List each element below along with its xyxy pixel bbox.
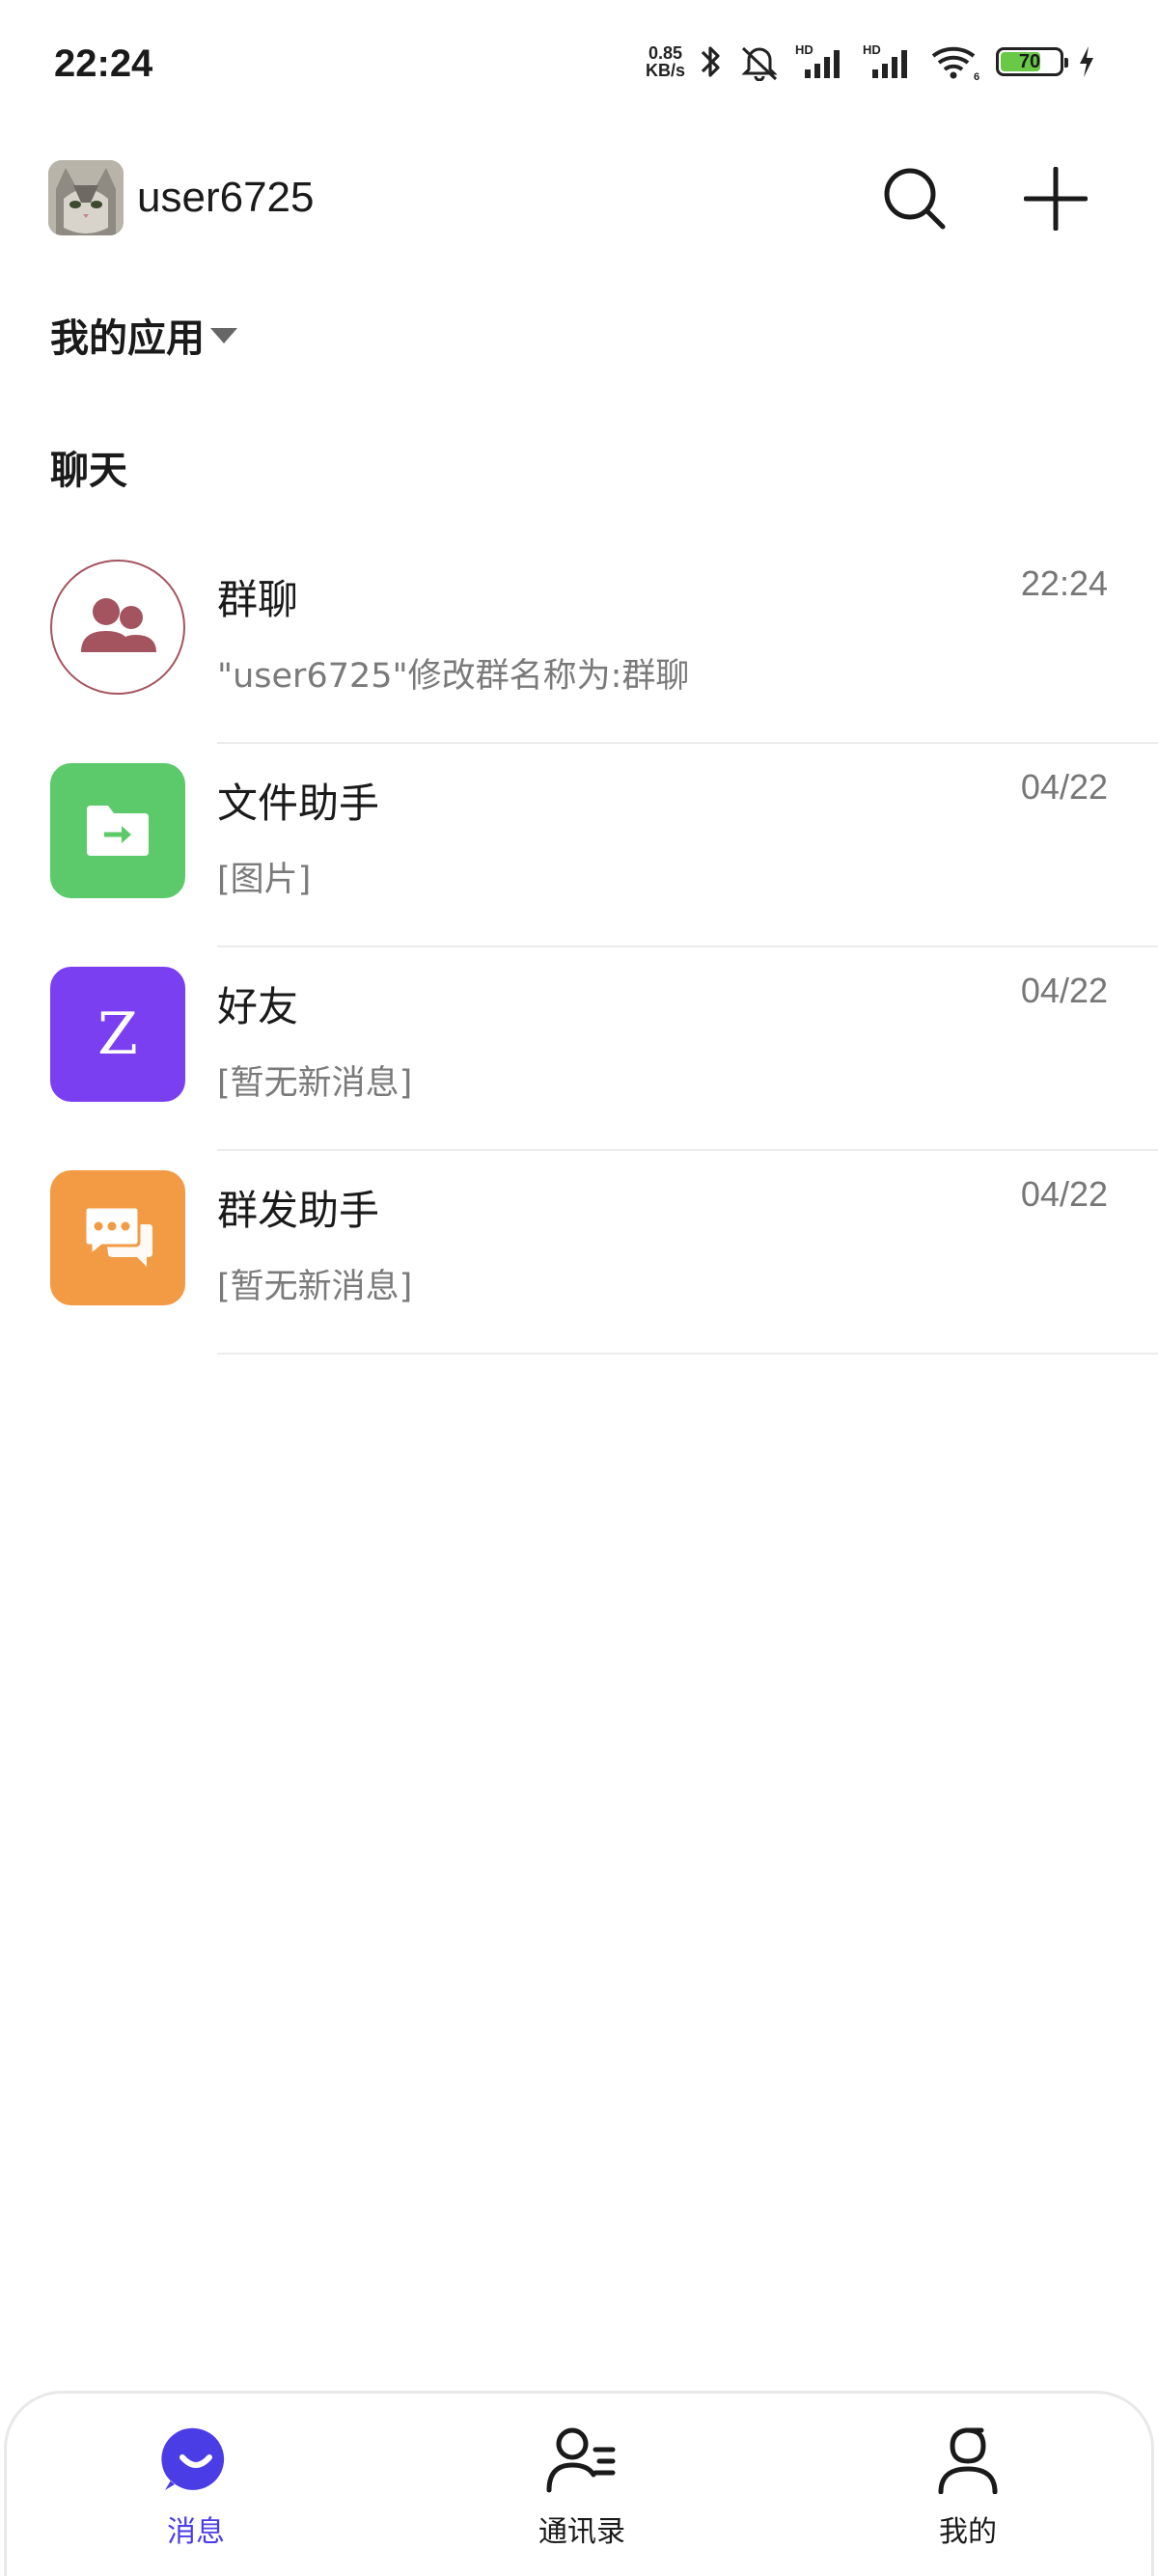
- battery-icon: 70: [996, 47, 1068, 76]
- my-apps-label: 我的应用: [50, 316, 205, 361]
- chat-item-group[interactable]: 群聊 22:24 "user6725"修改群名称为:群聊: [0, 540, 1158, 744]
- chat-time: 22:24: [1020, 563, 1108, 603]
- bottom-nav: 消息 通讯录 我的: [4, 2391, 1154, 2576]
- folder-icon: [50, 763, 185, 898]
- chat-section-title: 聊天: [50, 449, 127, 493]
- search-icon: [881, 165, 949, 236]
- chat-name: 文件助手: [217, 780, 380, 827]
- chat-time: 04/22: [1020, 1174, 1108, 1214]
- wifi-icon: 6: [930, 42, 982, 81]
- chat-name: 群聊: [217, 576, 299, 623]
- mute-icon: [737, 42, 782, 81]
- chat-item-file-assistant[interactable]: 文件助手 04/22 [图片]: [0, 744, 1158, 947]
- status-time: 22:24: [54, 42, 153, 85]
- chat-time: 04/22: [1020, 971, 1108, 1010]
- username[interactable]: user6725: [137, 174, 314, 222]
- caret-down-icon: [210, 328, 237, 343]
- group-icon: [50, 560, 185, 695]
- network-speed: 0.85 KB/s: [645, 43, 685, 80]
- nav-profile[interactable]: 我的: [871, 2423, 1064, 2550]
- status-bar: 22:24 0.85 KB/s HD HD 6 70: [0, 0, 1158, 135]
- top-header: user6725: [0, 154, 1158, 241]
- battery-percent: 70: [1018, 50, 1041, 72]
- chat-preview: [暂无新消息]: [217, 1064, 413, 1103]
- divider: [217, 1353, 1158, 1355]
- message-icon: [159, 2423, 233, 2496]
- status-icons: 0.85 KB/s HD HD 6 70: [646, 41, 1096, 83]
- signal-hd-icon: HD: [795, 42, 849, 81]
- avatar-letter: Z: [97, 1000, 138, 1068]
- nav-label: 通讯录: [538, 2515, 625, 2549]
- chat-preview: "user6725"修改群名称为:群聊: [217, 657, 690, 696]
- chat-list: 群聊 22:24 "user6725"修改群名称为:群聊 文件助手 04/22 …: [0, 540, 1158, 1355]
- chat-preview: [图片]: [217, 861, 312, 899]
- signal-hd-icon: HD: [863, 42, 917, 81]
- nav-contacts[interactable]: 通讯录: [485, 2423, 678, 2550]
- svg-text:HD: HD: [795, 42, 813, 57]
- add-button[interactable]: [1019, 164, 1092, 237]
- bluetooth-icon: [699, 42, 724, 81]
- letter-z-icon: Z: [50, 967, 185, 1102]
- chat-name: 好友: [217, 983, 299, 1030]
- svg-text:6: 6: [974, 71, 979, 81]
- chat-name: 群发助手: [217, 1187, 380, 1234]
- contacts-icon: [545, 2423, 619, 2496]
- plus-icon: [1023, 166, 1089, 234]
- my-apps-toggle[interactable]: 我的应用: [50, 307, 237, 363]
- user-avatar[interactable]: [48, 160, 124, 235]
- nav-messages[interactable]: 消息: [99, 2423, 292, 2550]
- charging-icon: [1077, 44, 1096, 79]
- nav-label: 消息: [167, 2515, 225, 2549]
- svg-text:HD: HD: [863, 42, 881, 57]
- broadcast-chat-icon: [50, 1170, 185, 1305]
- chat-preview: [暂无新消息]: [217, 1268, 413, 1306]
- chat-item-friend[interactable]: Z 好友 04/22 [暂无新消息]: [0, 947, 1158, 1151]
- chat-time: 04/22: [1020, 767, 1108, 807]
- nav-label: 我的: [939, 2515, 997, 2549]
- chat-item-broadcast-assistant[interactable]: 群发助手 04/22 [暂无新消息]: [0, 1151, 1158, 1355]
- profile-icon: [931, 2423, 1005, 2496]
- search-button[interactable]: [878, 164, 951, 237]
